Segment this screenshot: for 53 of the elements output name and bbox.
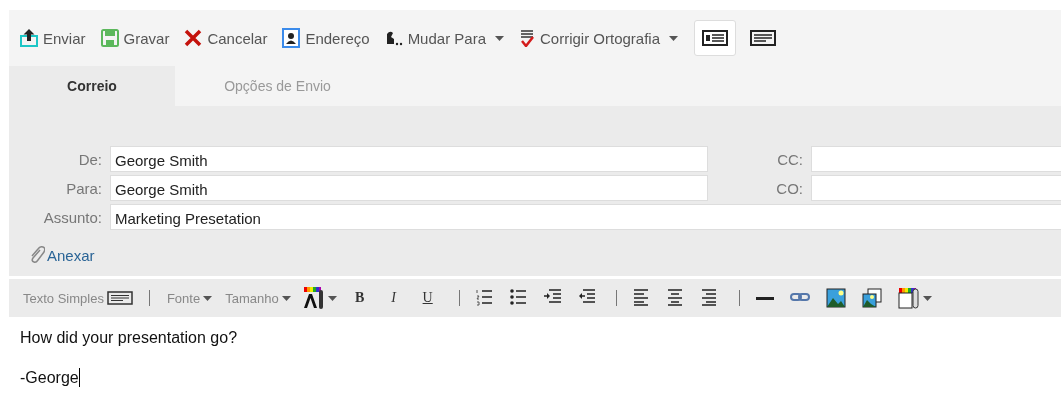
toolbar-button[interactable]: [823, 285, 848, 311]
toolbar-button[interactable]: Endereço: [277, 23, 375, 53]
style-button[interactable]: B: [350, 285, 369, 311]
background-color-icon: [897, 287, 920, 309]
toolbar-button[interactable]: Enviar: [15, 23, 91, 53]
menu-button[interactable]: Mudar Para: [379, 23, 509, 53]
body-text: -George: [20, 368, 80, 387]
image-icon: [825, 288, 846, 308]
horizontal-line-icon: [755, 296, 774, 300]
from-field[interactable]: George Smith: [110, 146, 708, 172]
field-label: CO:: [775, 178, 804, 199]
to-field[interactable]: George Smith: [110, 175, 708, 201]
image-gallery-icon: [861, 288, 882, 308]
text-cursor: [78, 368, 80, 387]
caret-icon: [669, 35, 679, 41]
caret-icon: [922, 295, 932, 301]
toolbar-button[interactable]: Cancelar: [179, 23, 273, 53]
font-color-icon: [302, 287, 325, 309]
style-button[interactable]: U: [418, 285, 437, 311]
body-text: How did your presentation go?: [20, 329, 238, 347]
caret-icon: [495, 35, 504, 41]
bulleted-list-icon: [509, 288, 528, 308]
caret-icon: [327, 295, 337, 301]
caret-icon: [281, 295, 291, 301]
shape-icon: [384, 30, 403, 46]
align-left-icon: [632, 288, 651, 308]
background-color-menu[interactable]: [895, 285, 934, 311]
field-label: Para:: [65, 178, 103, 199]
list-view-icon: [702, 30, 729, 46]
subject-field[interactable]: Marketing Presetation: [110, 204, 1061, 230]
tab[interactable]: Correio: [9, 66, 175, 106]
menu-button[interactable]: Corrigir Ortografia: [514, 23, 684, 53]
toolbar-button[interactable]: [859, 285, 884, 311]
view-toggle[interactable]: [694, 20, 737, 56]
caret-icon: [203, 295, 213, 301]
style-button[interactable]: I: [384, 285, 403, 311]
cross-icon: [184, 29, 203, 47]
align-center-icon: [666, 288, 685, 308]
toolbar-button[interactable]: Gravar: [95, 23, 175, 53]
numbered-list-icon: [475, 288, 494, 308]
paperclip-icon: [29, 246, 45, 264]
send-icon: [20, 29, 38, 47]
field-label: De:: [77, 149, 103, 170]
text-view-icon: [106, 291, 133, 305]
contact-card-icon: [282, 28, 301, 48]
align-right-icon: [700, 288, 719, 308]
text-view-icon: [750, 30, 777, 46]
attach-link[interactable]: Anexar: [29, 246, 95, 264]
cc-field[interactable]: [811, 146, 1061, 172]
field-label: Assunto:: [42, 207, 103, 228]
bcc-field[interactable]: [811, 175, 1061, 201]
spellcheck-icon: [519, 29, 535, 47]
field-label: CC:: [776, 149, 804, 170]
